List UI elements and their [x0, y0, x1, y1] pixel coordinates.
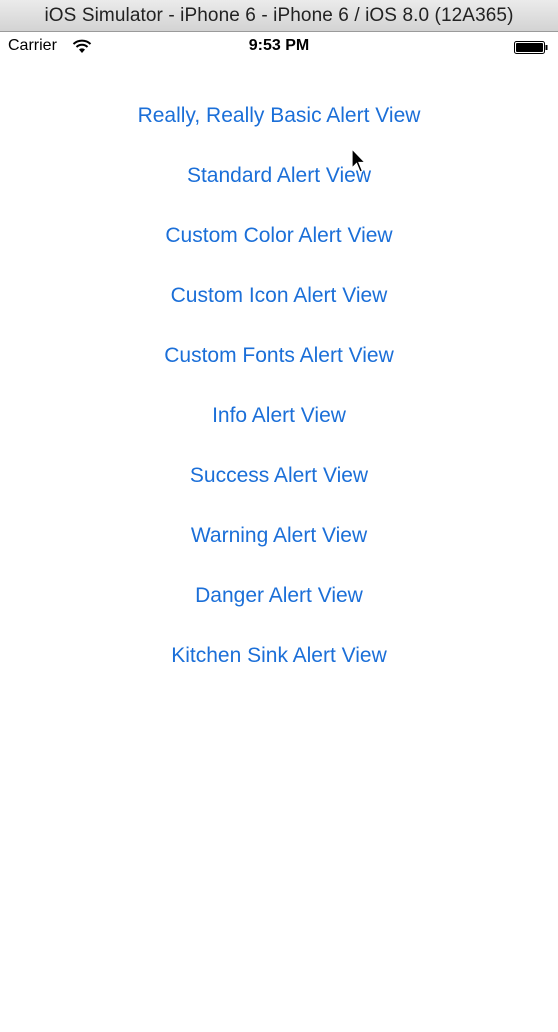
ios-status-bar: Carrier 9:53 PM [0, 32, 558, 62]
alert-button-list: Really, Really Basic Alert View Standard … [0, 98, 558, 698]
alert-button-9[interactable]: Kitchen Sink Alert View [0, 638, 558, 698]
alert-button-0[interactable]: Really, Really Basic Alert View [0, 98, 558, 158]
alert-button-2[interactable]: Custom Color Alert View [0, 218, 558, 278]
battery-icon [514, 41, 548, 54]
mouse-cursor-icon [351, 148, 367, 173]
simulator-window: iOS Simulator - iPhone 6 - iPhone 6 / iO… [0, 0, 558, 1032]
alert-button-7[interactable]: Warning Alert View [0, 518, 558, 578]
alert-button-6[interactable]: Success Alert View [0, 458, 558, 518]
alert-button-1[interactable]: Standard Alert View [0, 158, 558, 218]
window-titlebar[interactable]: iOS Simulator - iPhone 6 - iPhone 6 / iO… [0, 0, 558, 32]
alert-button-3[interactable]: Custom Icon Alert View [0, 278, 558, 338]
window-title: iOS Simulator - iPhone 6 - iPhone 6 / iO… [44, 4, 514, 26]
alert-button-8[interactable]: Danger Alert View [0, 578, 558, 638]
status-time: 9:53 PM [248, 37, 310, 54]
alert-button-4[interactable]: Custom Fonts Alert View [0, 338, 558, 398]
alert-button-5[interactable]: Info Alert View [0, 398, 558, 458]
